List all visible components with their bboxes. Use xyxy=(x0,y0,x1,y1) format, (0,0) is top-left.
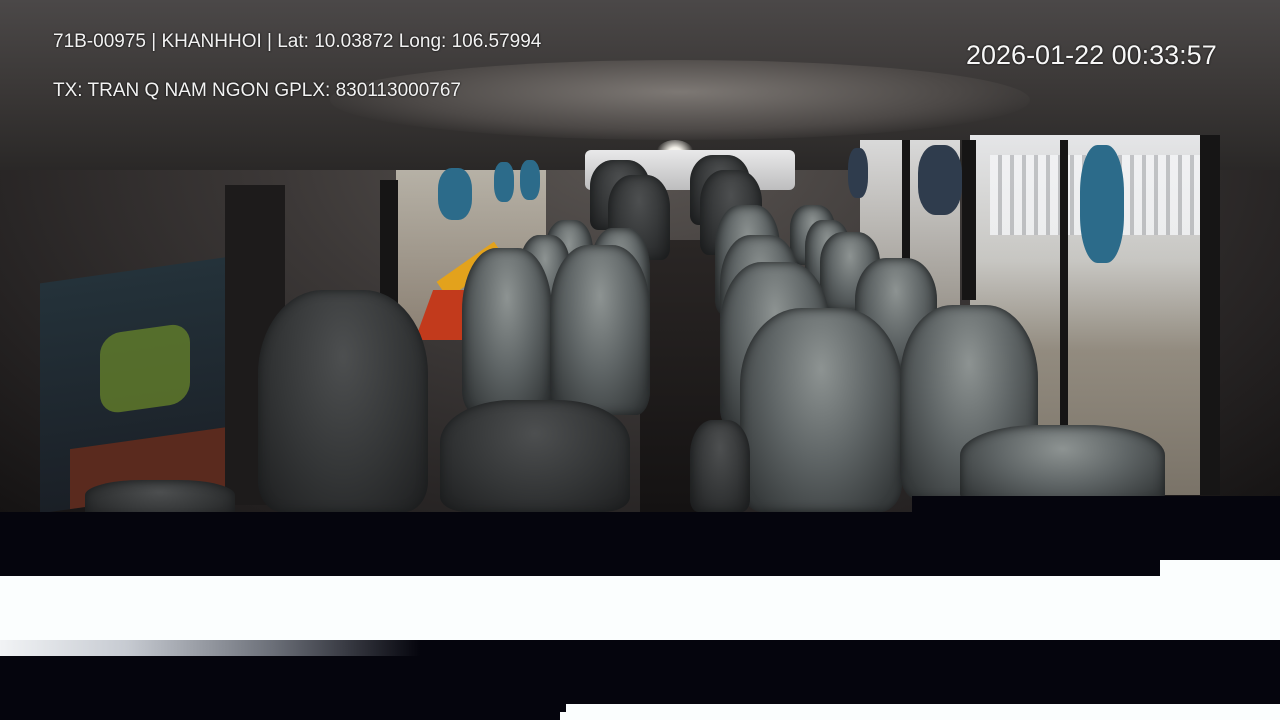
driver-area-seat xyxy=(258,290,428,512)
corrupted-white-band xyxy=(0,576,1280,640)
camera-feed-frame: 71B-00975 | KHANHHOI | Lat: 10.03872 Lon… xyxy=(0,0,1280,512)
vehicle-info-overlay: 71B-00975 | KHANHHOI | Lat: 10.03872 Lon… xyxy=(53,31,542,52)
passenger-seat xyxy=(740,308,902,512)
curtain-tie xyxy=(494,162,514,202)
window-pillar xyxy=(1200,135,1220,495)
passenger-seat xyxy=(462,248,552,413)
curtain-tie xyxy=(520,160,540,200)
curtain-tie xyxy=(918,145,962,215)
curtain-tie xyxy=(438,168,472,220)
passenger-seat-cushion xyxy=(440,400,630,512)
corrupted-strip xyxy=(560,712,570,720)
corrupted-strip xyxy=(1160,568,1170,576)
corrupted-strip xyxy=(1160,560,1280,576)
passenger-seat xyxy=(550,245,650,415)
front-seat xyxy=(85,480,235,512)
passenger-seat xyxy=(960,425,1165,505)
passenger-seat xyxy=(690,420,750,512)
corrupted-strip xyxy=(566,704,1280,720)
curtain-tie xyxy=(1080,145,1124,263)
timestamp-overlay: 2026-01-22 00:33:57 xyxy=(966,40,1217,70)
corrupted-gradient-strip xyxy=(0,640,420,656)
window-pillar xyxy=(1060,140,1068,440)
outside-person xyxy=(100,322,190,415)
curtain-tie xyxy=(848,148,868,198)
driver-info-overlay: TX: TRAN Q NAM NGON GPLX: 830113000767 xyxy=(53,80,461,101)
window-pillar xyxy=(962,140,976,300)
corrupted-strip xyxy=(912,496,1280,512)
left-window xyxy=(40,256,240,512)
